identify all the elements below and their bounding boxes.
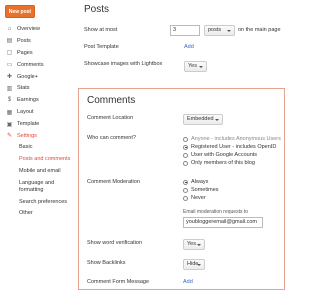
- posts-unit-suffix: on the main page: [238, 27, 281, 33]
- subnav-item-posts-and-comments[interactable]: Posts and comments: [0, 154, 78, 166]
- lightbox-select[interactable]: Yes: [184, 61, 207, 72]
- radio-button[interactable]: [183, 195, 188, 201]
- lightbox-select-value: Yes: [188, 63, 197, 69]
- radio-button[interactable]: [183, 152, 188, 158]
- who-option-label: Registered User - includes OpenID: [191, 144, 277, 150]
- radio-button-selected[interactable]: [183, 179, 188, 185]
- who-option-google[interactable]: User with Google Accounts: [183, 152, 257, 158]
- moderation-email-input[interactable]: youbloggeremail@gmail.com: [183, 217, 263, 228]
- sidebar-item-label: Stats: [17, 85, 30, 92]
- who-option-registered[interactable]: Registered User - includes OpenID: [183, 144, 276, 150]
- sidebar: New post ⌂ Overview ▤ Posts ▢ Pages ▭ Commen…: [0, 0, 78, 295]
- moderation-option-sometimes[interactable]: Sometimes: [183, 187, 219, 193]
- subnav-item-mobile-and-email[interactable]: Mobile and email: [0, 166, 78, 178]
- sidebar-item-earnings[interactable]: $ Earnings: [0, 94, 78, 106]
- word-verification-select-value: Yes: [187, 241, 196, 247]
- word-verification-select[interactable]: Yes: [183, 239, 205, 250]
- main-content: Posts Show at most 3 posts on the main p…: [78, 0, 320, 295]
- radio-button[interactable]: [183, 160, 188, 166]
- who-option-label: User with Google Accounts: [191, 152, 258, 158]
- moderation-option-label: Never: [191, 195, 206, 201]
- chevron-down-icon: [227, 30, 231, 32]
- comments-section-title: Comments: [87, 95, 136, 106]
- new-post-button[interactable]: New post: [5, 5, 35, 18]
- who-can-comment-label: Who can comment?: [87, 135, 136, 141]
- moderation-option-never[interactable]: Never: [183, 195, 206, 201]
- chevron-down-icon: [215, 119, 219, 121]
- sidebar-item-layout[interactable]: ▦ Layout: [0, 106, 78, 118]
- subnav-item-language-and-formatting[interactable]: Language and formatting: [0, 178, 78, 197]
- comment-location-label: Comment Location: [87, 115, 134, 121]
- comment-icon: ▭: [6, 62, 13, 69]
- sidebar-item-label: Pages: [17, 49, 33, 56]
- sidebar-item-posts[interactable]: ▤ Posts: [0, 35, 78, 47]
- who-option-members[interactable]: Only members of this blog: [183, 160, 255, 166]
- money-icon: $: [7, 97, 12, 104]
- posts-unit-select[interactable]: posts: [204, 25, 235, 36]
- backlinks-label: Show Backlinks: [87, 260, 126, 266]
- sidebar-item-template[interactable]: ▣ Template: [0, 118, 78, 130]
- sidebar-item-label: Earnings: [17, 97, 39, 104]
- who-option-label: Only members of this blog: [191, 160, 255, 166]
- sidebar-item-label: Overview: [17, 25, 40, 32]
- subnav-item-search-preferences[interactable]: Search preferences: [0, 197, 78, 209]
- home-icon: ⌂: [7, 25, 12, 32]
- who-option-anyone[interactable]: Anyone - includes Anonymous Users: [183, 136, 281, 142]
- sidebar-item-label: Posts: [17, 37, 31, 44]
- chevron-down-icon: [197, 244, 201, 246]
- post-template-label: Post Template: [84, 44, 119, 50]
- wrench-icon: ✎: [6, 133, 13, 140]
- post-template-add-link[interactable]: Add: [184, 44, 194, 50]
- comment-form-message-label: Comment Form Message: [87, 279, 150, 285]
- document-icon: ▤: [6, 38, 13, 45]
- sidebar-item-label: Google+: [17, 73, 38, 80]
- subnav-item-basic[interactable]: Basic: [0, 142, 78, 154]
- comment-form-message-add-link[interactable]: Add: [183, 279, 193, 285]
- radio-button[interactable]: [183, 187, 188, 193]
- layout-icon: ▦: [6, 109, 13, 116]
- sidebar-item-pages[interactable]: ▢ Pages: [0, 47, 78, 59]
- comment-location-select[interactable]: Embedded: [183, 114, 223, 125]
- sidebar-item-settings[interactable]: ✎ Settings: [0, 130, 78, 142]
- moderation-option-label: Sometimes: [191, 187, 219, 193]
- sidebar-item-overview[interactable]: ⌂ Overview: [0, 23, 78, 35]
- subnav-item-other[interactable]: Other: [0, 208, 78, 220]
- sidebar-item-comments[interactable]: ▭ Comments: [0, 59, 78, 71]
- google-plus-icon: ✚: [6, 74, 13, 80]
- who-option-label: Anyone - includes Anonymous Users: [191, 136, 281, 142]
- moderation-option-label: Always: [191, 179, 209, 185]
- comment-location-select-value: Embedded: [187, 116, 214, 122]
- radio-button[interactable]: [183, 136, 188, 142]
- sidebar-item-label: Comments: [17, 61, 44, 68]
- comment-moderation-label: Comment Moderation: [87, 179, 140, 185]
- word-verification-label: Show word verification: [87, 240, 143, 246]
- chevron-down-icon: [197, 264, 201, 266]
- sidebar-item-label: Layout: [17, 109, 34, 116]
- template-icon: ▣: [6, 121, 13, 128]
- show-at-most-input[interactable]: 3: [170, 25, 200, 36]
- sidebar-item-label: Settings: [17, 132, 37, 139]
- backlinks-select[interactable]: Hide: [183, 259, 205, 270]
- pages-icon: ▢: [6, 50, 13, 57]
- moderation-option-always[interactable]: Always: [183, 179, 208, 185]
- sidebar-item-label: Template: [17, 121, 40, 128]
- sidebar-nav: ⌂ Overview ▤ Posts ▢ Pages ▭ Comments ✚ Googl…: [0, 23, 78, 220]
- posts-section-title: Posts: [84, 4, 110, 15]
- email-moderation-note: Email moderation requests to: [183, 209, 249, 215]
- posts-unit-select-value: posts: [208, 27, 222, 33]
- lightbox-label: Showcase images with Lightbox: [84, 61, 163, 67]
- stats-icon: ▥: [6, 85, 13, 92]
- comments-section: Comments Comment Location Embedded Who c…: [78, 88, 285, 290]
- sidebar-item-stats[interactable]: ▥ Stats: [0, 82, 78, 94]
- radio-button-selected[interactable]: [183, 144, 188, 150]
- chevron-down-icon: [199, 66, 203, 68]
- sidebar-item-google-plus[interactable]: ✚ Google+: [0, 71, 78, 83]
- show-at-most-label: Show at most: [84, 27, 118, 33]
